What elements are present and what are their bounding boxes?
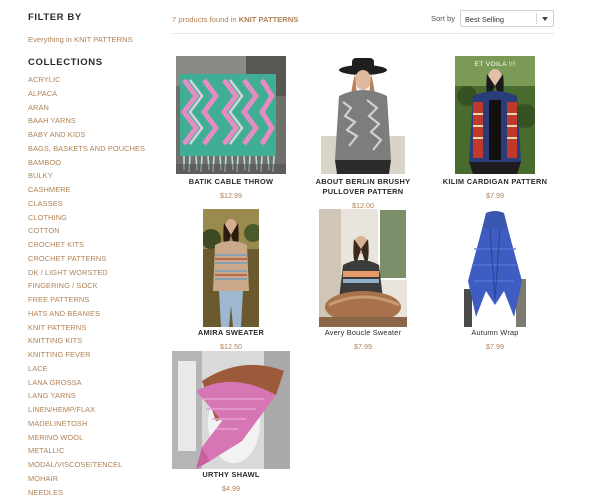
product-price: $12.50	[220, 342, 242, 351]
product-card[interactable]: Autumn Wrap $7.99	[436, 209, 554, 355]
product-card[interactable]: ET VOILA !!! KILIM CARDIGAN PATTERN $7.9…	[436, 56, 554, 202]
collection-link[interactable]: ACRYLIC	[28, 73, 168, 87]
results-toolbar: 7 products found in KNIT PATTERNS Sort b…	[172, 10, 554, 34]
collection-link[interactable]: MERINO WOOL	[28, 431, 168, 445]
collection-link[interactable]: MOHAIR	[28, 472, 168, 486]
collection-link[interactable]: MADELINETOSH	[28, 417, 168, 431]
product-image[interactable]	[172, 351, 290, 469]
collection-link[interactable]: CLOTHING	[28, 211, 168, 225]
product-name[interactable]: Avery Boucle Sweater	[303, 328, 423, 338]
product-name[interactable]: URTHY SHAWL	[172, 470, 290, 480]
results-count-text: 7 products found in	[172, 15, 237, 24]
product-name[interactable]: AMIRA SWEATER	[172, 328, 290, 338]
collection-link[interactable]: BULKY	[28, 169, 168, 183]
product-name[interactable]: KILIM CARDIGAN PATTERN	[436, 177, 554, 187]
product-image[interactable]	[203, 209, 259, 327]
collection-link[interactable]: ARAN	[28, 101, 168, 115]
sort-select[interactable]: Best Selling	[460, 10, 554, 27]
collection-link[interactable]: BAGS, BASKETS AND POUCHES	[28, 142, 168, 156]
product-card[interactable]: Avery Boucle Sweater $7.99	[303, 209, 423, 355]
collection-link[interactable]: NEEDLES	[28, 486, 168, 500]
results-collection-name: KNIT PATTERNS	[238, 15, 299, 24]
collection-link[interactable]: LANA GROSSA	[28, 376, 168, 390]
collection-link[interactable]: KNIT PATTERNS	[28, 321, 168, 335]
product-name[interactable]: BATIK CABLE THROW	[172, 177, 290, 187]
product-image[interactable]	[319, 209, 407, 327]
product-card[interactable]: AMIRA SWEATER $12.50	[172, 209, 290, 355]
product-image[interactable]: ET VOILA !!!	[455, 56, 535, 174]
collection-link[interactable]: BAMBOO	[28, 156, 168, 170]
collection-link[interactable]: FREE PATTERNS	[28, 293, 168, 307]
collection-link[interactable]: COTTON	[28, 224, 168, 238]
product-image[interactable]	[176, 56, 286, 174]
product-name[interactable]: Autumn Wrap	[436, 328, 554, 338]
sort-label: Sort by	[431, 14, 456, 23]
collection-link[interactable]: FINGERING / SOCK	[28, 279, 168, 293]
filter-heading: FILTER BY	[28, 12, 82, 23]
collection-link[interactable]: CROCHET KITS	[28, 238, 168, 252]
collection-link[interactable]: CROCHET PATTERNS	[28, 252, 168, 266]
collection-link[interactable]: LINEN/HEMP/FLAX	[28, 403, 168, 417]
product-name-line2[interactable]: PULLOVER PATTERN	[303, 187, 423, 197]
collection-link[interactable]: METALLIC	[28, 444, 168, 458]
product-price: $7.99	[486, 342, 504, 351]
collection-link[interactable]: KNITTING FEVER	[28, 348, 168, 362]
collection-link[interactable]: HATS AND BEANIES	[28, 307, 168, 321]
image-caption: ET VOILA !!!	[474, 61, 516, 68]
sort-selected-value: Best Selling	[465, 15, 505, 24]
sort-divider	[536, 13, 537, 24]
product-card[interactable]: BATIK CABLE THROW $12.99	[172, 56, 290, 202]
collection-link[interactable]: DK / LIGHT WORSTED	[28, 266, 168, 280]
collection-link[interactable]: LANG YARNS	[28, 389, 168, 403]
collection-link[interactable]: BAAH YARNS	[28, 114, 168, 128]
product-price: $7.99	[354, 342, 372, 351]
chevron-down-icon	[542, 17, 548, 21]
collections-heading: COLLECTIONS	[28, 57, 103, 68]
filter-all-link[interactable]: Everything in KNIT PATTERNS	[28, 35, 168, 44]
product-image[interactable]	[464, 209, 526, 327]
collection-link[interactable]: MODAL/VISCOSE/TENCEL	[28, 458, 168, 472]
collection-link[interactable]: KNITTING KITS	[28, 334, 168, 348]
product-price: $7.99	[486, 191, 504, 200]
collection-link[interactable]: BABY AND KIDS	[28, 128, 168, 142]
product-price: $4.99	[222, 484, 240, 493]
product-name[interactable]: ABOUT BERLIN BRUSHY	[303, 177, 423, 187]
collection-link[interactable]: LACE	[28, 362, 168, 376]
collection-link[interactable]: CASHMERE	[28, 183, 168, 197]
collection-link[interactable]: CLASSES	[28, 197, 168, 211]
collection-link[interactable]: ALPACA	[28, 87, 168, 101]
product-price: $12.99	[220, 191, 242, 200]
sidebar: FILTER BY Everything in KNIT PATTERNS CO…	[28, 12, 168, 499]
results-count: 7 products found in KNIT PATTERNS	[172, 15, 298, 24]
product-card[interactable]: URTHY SHAWL $4.99	[172, 351, 290, 497]
product-card[interactable]: ABOUT BERLIN BRUSHY PULLOVER PATTERN $12…	[303, 56, 423, 212]
product-image[interactable]	[321, 56, 405, 174]
collection-list: ACRYLIC ALPACA ARAN BAAH YARNS BABY AND …	[28, 73, 168, 499]
